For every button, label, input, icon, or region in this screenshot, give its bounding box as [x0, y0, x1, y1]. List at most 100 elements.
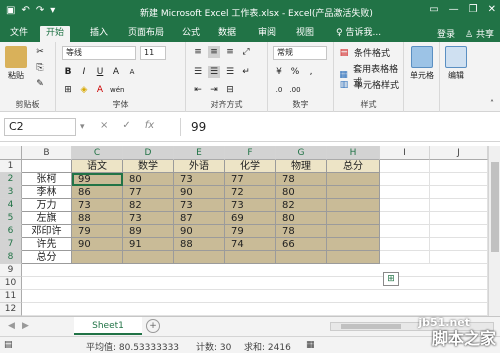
score-cell[interactable]: 88 [174, 238, 225, 251]
enter-icon[interactable]: ✓ [122, 120, 130, 131]
empty-row[interactable] [22, 277, 488, 290]
cells-button[interactable]: 单元格 [408, 46, 436, 81]
row-header-10[interactable]: 10 [0, 277, 22, 290]
comma-button[interactable]: , [305, 66, 317, 78]
score-cell[interactable]: 73 [123, 212, 174, 225]
phonetic-button[interactable]: wén [110, 84, 124, 96]
login-link[interactable]: 登录 [437, 27, 455, 40]
empty-cell[interactable] [380, 160, 430, 173]
next-sheet-icon[interactable]: ▶ [22, 321, 29, 331]
empty-cell[interactable] [380, 225, 430, 238]
score-cell[interactable]: 90 [174, 225, 225, 238]
score-cell[interactable]: 77 [123, 186, 174, 199]
tab-insert[interactable]: 插入 [84, 26, 114, 42]
student-name-cell[interactable]: 李林 [22, 186, 72, 199]
score-cell[interactable]: 73 [174, 199, 225, 212]
share-button[interactable]: ♙ 共享 [465, 27, 494, 40]
empty-cell[interactable] [380, 212, 430, 225]
score-cell[interactable]: 73 [72, 199, 123, 212]
prev-sheet-icon[interactable]: ◀ [8, 321, 15, 331]
row-header-5[interactable]: 5 [0, 212, 22, 225]
minimize-icon[interactable]: — [449, 4, 459, 15]
column-header-j[interactable]: J [430, 146, 488, 160]
score-cell[interactable]: 87 [174, 212, 225, 225]
vertical-scrollbar[interactable] [488, 146, 500, 316]
empty-cell[interactable] [430, 186, 488, 199]
empty-row[interactable] [22, 290, 488, 303]
row-header-1[interactable]: 1 [0, 160, 22, 173]
total-cell[interactable] [327, 199, 380, 212]
total-cell[interactable] [327, 186, 380, 199]
student-name-cell[interactable]: 许先 [22, 238, 72, 251]
score-cell[interactable]: 79 [225, 225, 276, 238]
score-cell[interactable]: 86 [72, 186, 123, 199]
row-header-4[interactable]: 4 [0, 199, 22, 212]
bold-button[interactable]: B [62, 66, 74, 78]
table-header-cell[interactable]: 数学 [123, 160, 174, 173]
restore-icon[interactable]: ❐ [469, 4, 478, 15]
quick-analysis-icon[interactable]: ⊞ [383, 272, 399, 286]
tab-review[interactable]: 审阅 [252, 26, 282, 42]
row-header-12[interactable]: 12 [0, 303, 22, 316]
border-icon[interactable]: ⊞ [62, 84, 74, 96]
tell-me-box[interactable]: ♀ 告诉我... [330, 26, 387, 42]
increase-indent-icon[interactable]: ⇥ [208, 84, 220, 96]
score-cell[interactable]: 89 [123, 225, 174, 238]
empty-cell[interactable] [430, 212, 488, 225]
decrease-indent-icon[interactable]: ⇤ [192, 84, 204, 96]
name-box[interactable]: C2 [4, 118, 76, 136]
column-header-g[interactable]: G [276, 146, 327, 160]
score-cell[interactable]: 90 [174, 186, 225, 199]
function-icon[interactable]: fx [145, 120, 154, 131]
tab-view[interactable]: 视图 [290, 26, 320, 42]
align-right-icon[interactable]: ☰ [224, 66, 236, 78]
empty-cell[interactable] [430, 173, 488, 186]
score-cell[interactable]: 69 [225, 212, 276, 225]
column-header-d[interactable]: D [123, 146, 174, 160]
row-header-11[interactable]: 11 [0, 290, 22, 303]
table-header-cell[interactable]: 化学 [225, 160, 276, 173]
increase-decimal-icon[interactable]: .0 [273, 84, 285, 96]
format-painter-icon[interactable]: ✎ [34, 78, 46, 90]
total-cell[interactable] [327, 238, 380, 251]
score-cell[interactable]: 77 [225, 173, 276, 186]
total-cell[interactable] [72, 251, 123, 264]
score-cell[interactable]: 72 [225, 186, 276, 199]
tab-home[interactable]: 开始 [40, 26, 71, 42]
total-row-label[interactable]: 总分 [22, 251, 72, 264]
total-cell[interactable] [276, 251, 327, 264]
save-icon[interactable]: ▣ [6, 5, 15, 16]
decrease-decimal-icon[interactable]: .00 [289, 84, 301, 96]
tab-data[interactable]: 数据 [212, 26, 242, 42]
empty-row[interactable] [22, 264, 488, 277]
row-header-2[interactable]: 2 [0, 173, 22, 186]
table-header-cell[interactable]: 外语 [174, 160, 225, 173]
score-cell[interactable]: 78 [276, 225, 327, 238]
row-header-6[interactable]: 6 [0, 225, 22, 238]
tab-file[interactable]: 文件 [4, 26, 34, 42]
empty-cell[interactable] [430, 251, 488, 264]
column-header-c[interactable]: C [72, 146, 123, 160]
column-header-h[interactable]: H [327, 146, 380, 160]
total-cell[interactable] [327, 225, 380, 238]
column-header-i[interactable]: I [380, 146, 430, 160]
name-box-dropdown-icon[interactable]: ▾ [80, 122, 85, 132]
total-cell[interactable] [327, 251, 380, 264]
empty-cell[interactable] [430, 225, 488, 238]
copy-icon[interactable]: ⎘ [34, 62, 46, 74]
row-header-7[interactable]: 7 [0, 238, 22, 251]
table-header-cell[interactable]: 总分 [327, 160, 380, 173]
score-cell[interactable]: 78 [276, 173, 327, 186]
total-cell[interactable] [174, 251, 225, 264]
close-icon[interactable]: ✕ [488, 4, 496, 15]
student-name-cell[interactable]: 邓印许 [22, 225, 72, 238]
empty-cell[interactable] [380, 173, 430, 186]
score-cell[interactable]: 80 [123, 173, 174, 186]
conditional-format-button[interactable]: ▤ 条件格式 [338, 46, 390, 60]
vertical-scroll-thumb[interactable] [491, 162, 499, 252]
align-center-icon[interactable]: ☰ [208, 66, 220, 78]
score-cell[interactable]: 74 [225, 238, 276, 251]
table-header-cell[interactable]: 语文 [72, 160, 123, 173]
empty-row[interactable] [22, 303, 488, 316]
row-header-3[interactable]: 3 [0, 186, 22, 199]
